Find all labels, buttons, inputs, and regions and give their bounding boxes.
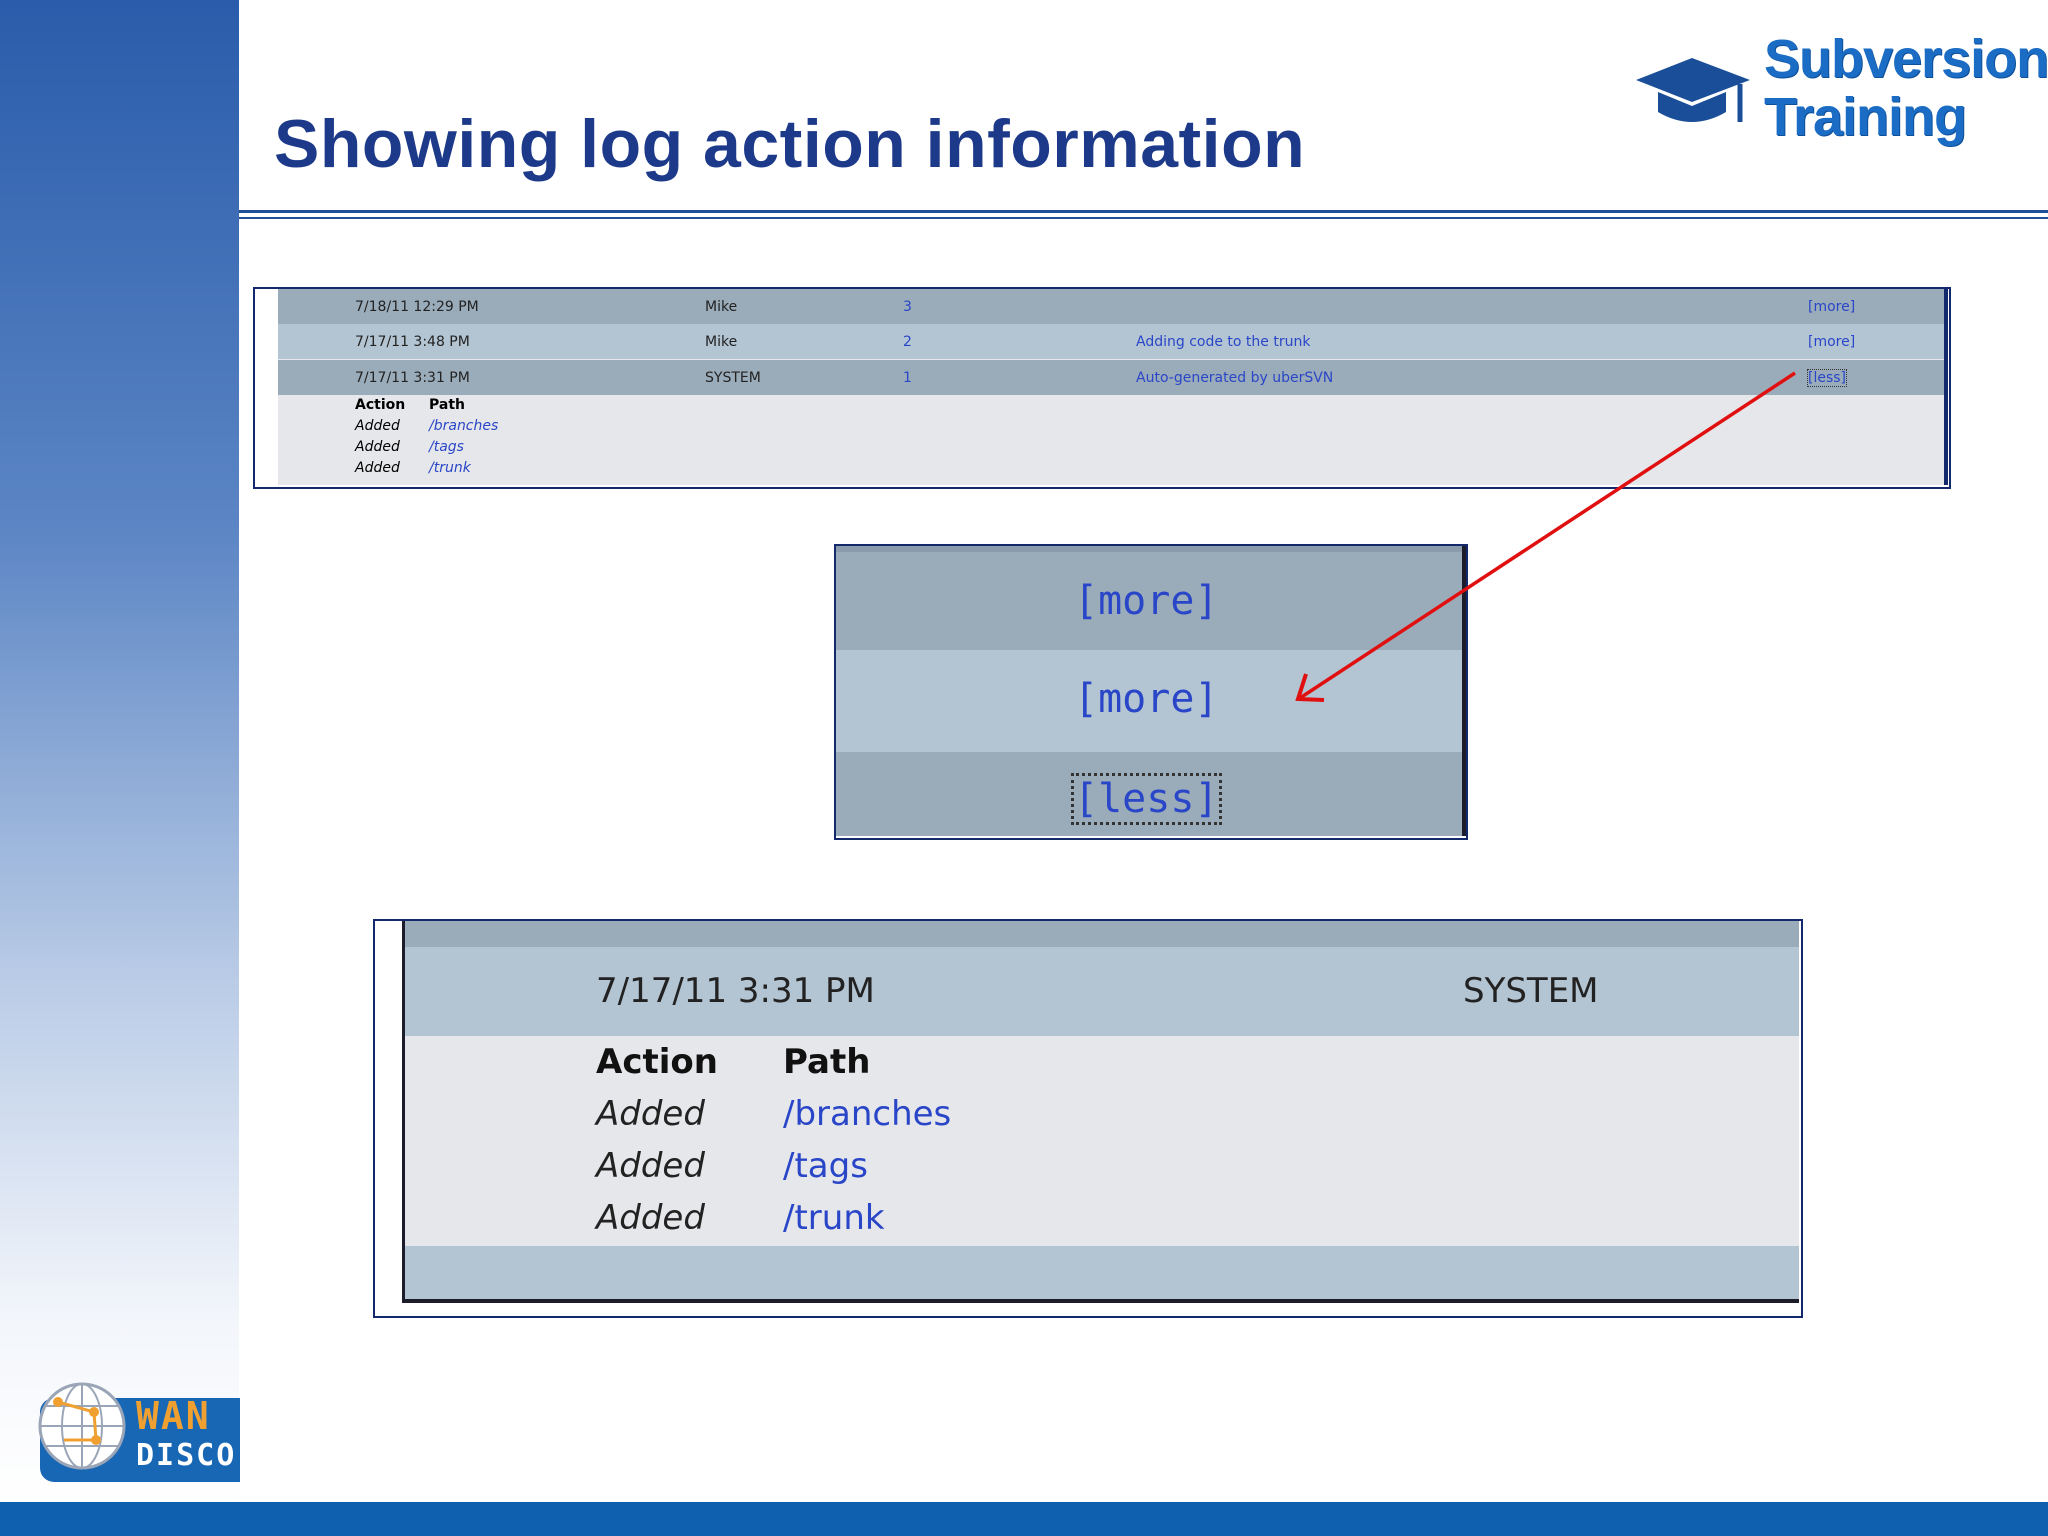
annotation-arrow [1295,371,1796,702]
